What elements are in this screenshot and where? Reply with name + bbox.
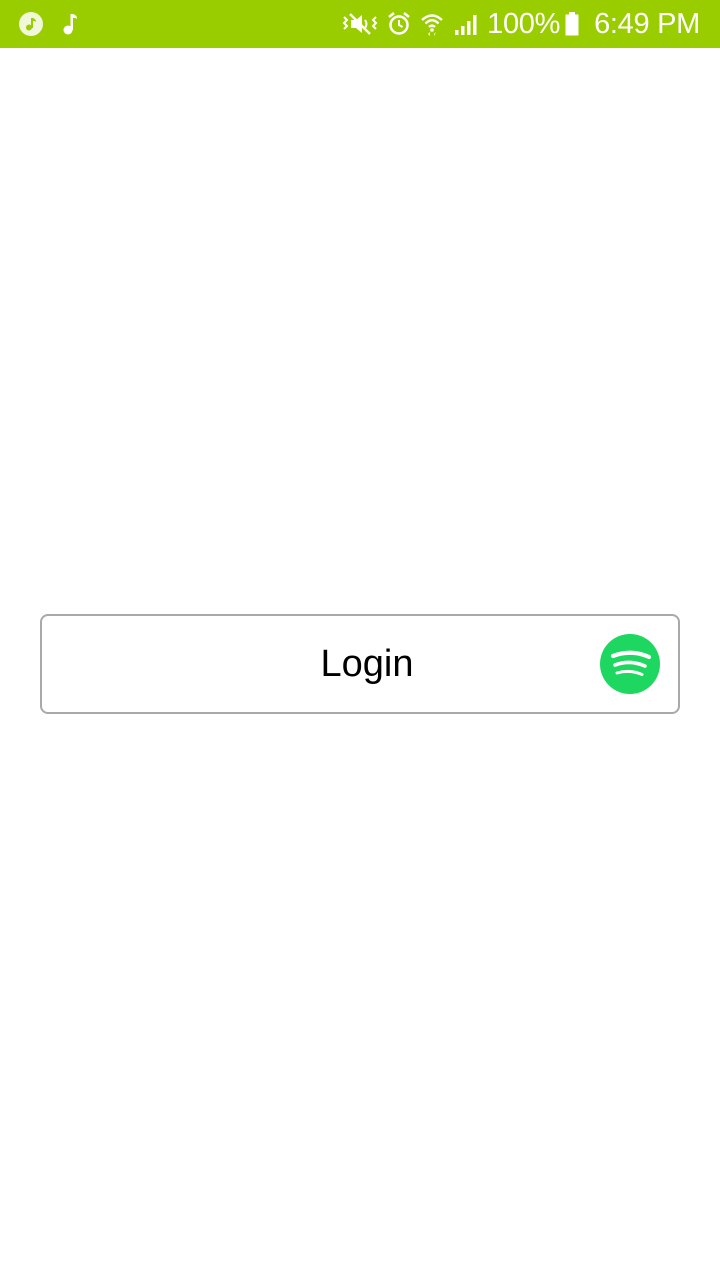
battery-icon	[564, 11, 580, 37]
main-content: Login	[0, 48, 720, 1280]
music-app-icon	[18, 11, 44, 37]
status-bar-system: 100% 6:49 PM	[333, 6, 700, 42]
status-bar-notifications	[18, 10, 96, 38]
wifi-icon	[419, 11, 445, 37]
vibrate-icon	[341, 11, 379, 37]
status-bar: 100% 6:49 PM	[0, 0, 720, 48]
alarm-icon	[387, 11, 411, 37]
battery-percentage: 100%	[487, 7, 561, 40]
signal-icon	[453, 11, 479, 37]
login-button[interactable]: Login	[40, 614, 680, 714]
login-button-label: Login	[320, 643, 414, 685]
spotify-logo-icon	[600, 634, 660, 694]
music-note-icon	[62, 11, 78, 37]
status-time: 6:49 PM	[594, 7, 700, 40]
